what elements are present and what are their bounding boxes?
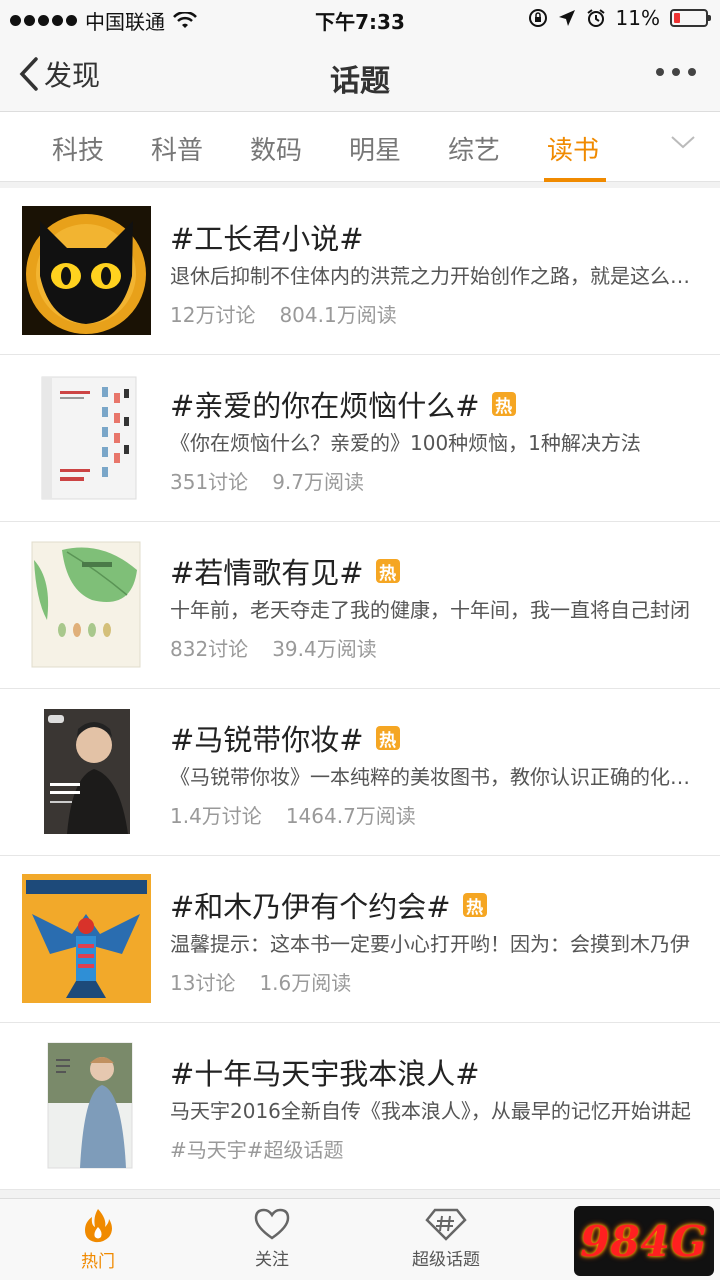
battery-icon xyxy=(670,9,711,27)
watermark-logo: 984G xyxy=(574,1206,714,1276)
tab-follow-label: 关注 xyxy=(255,1250,289,1270)
topic-title: #十年马天宇我本浪人# xyxy=(170,1051,480,1093)
topic-meta: 12万讨论 804.1万阅读 xyxy=(170,299,397,328)
book-cover-leaves xyxy=(22,540,151,669)
super-topic-link[interactable]: #马天宇#超级话题 xyxy=(170,1134,344,1163)
heart-icon xyxy=(254,1208,290,1240)
topic-row[interactable]: #工长君小说# 退休后抑制不住体内的洪荒之力开始创作之路，就是这么任性的工长君 … xyxy=(0,188,720,355)
discussion-count: 351讨论 xyxy=(170,470,249,494)
hot-badge: 热 xyxy=(491,392,516,417)
topic-title: #若情歌有见# 热 xyxy=(170,550,400,592)
bottom-tab-bar: 热门 关注 超级话题 984G xyxy=(0,1198,720,1280)
topic-title-text: #若情歌有见# xyxy=(170,556,364,590)
topic-list: #工长君小说# 退休后抑制不住体内的洪荒之力开始创作之路，就是这么任性的工长君 … xyxy=(0,188,720,1190)
tab-follow[interactable]: 关注 xyxy=(212,1207,332,1270)
topic-title: #和木乃伊有个约会# 热 xyxy=(170,884,487,926)
book-cover-portrait xyxy=(22,707,151,836)
topic-row[interactable]: #亲爱的你在烦恼什么# 热 《你在烦恼什么？亲爱的》100种烦恼，1种解决方法 … xyxy=(0,355,720,522)
topic-row[interactable]: #若情歌有见# 热 十年前，老天夺走了我的健康，十年间，我一直将自己封闭 832… xyxy=(0,522,720,689)
flame-icon xyxy=(85,1209,112,1243)
topic-meta: 1.4万讨论 1464.7万阅读 xyxy=(170,800,416,829)
hot-badge: 热 xyxy=(462,893,487,918)
topic-title: #工长君小说# xyxy=(170,216,364,258)
topic-row[interactable]: #和木乃伊有个约会# 热 温馨提示：这本书一定要小心打开哟！因为：会摸到木乃伊 … xyxy=(0,856,720,1023)
read-count: 9.7万阅读 xyxy=(272,470,364,494)
tab-super-topic-label: 超级话题 xyxy=(412,1250,480,1270)
topic-row[interactable]: #马锐带你妆# 热 《马锐带你妆》一本纯粹的美妆图书，教你认识正确的化妆方法 1… xyxy=(0,689,720,856)
topic-title-text: #和木乃伊有个约会# xyxy=(170,890,451,924)
status-right: 11% xyxy=(528,6,711,30)
topic-title-text: #十年马天宇我本浪人# xyxy=(170,1057,480,1091)
tab-tech[interactable]: 科技 xyxy=(52,130,104,167)
diamond-hash-icon xyxy=(425,1208,467,1241)
tab-science[interactable]: 科普 xyxy=(151,130,203,167)
battery-percent: 11% xyxy=(615,6,660,30)
tab-reading[interactable]: 读书 xyxy=(547,130,599,167)
topic-meta: 832讨论 39.4万阅读 xyxy=(170,633,377,662)
tab-stars[interactable]: 明星 xyxy=(349,130,401,167)
status-bar: 中国联通 下午7:33 11% xyxy=(0,0,720,36)
topic-description: 《你在烦恼什么？亲爱的》100种烦恼，1种解决方法 xyxy=(170,431,641,455)
tab-hot-label: 热门 xyxy=(81,1252,115,1272)
more-button[interactable] xyxy=(656,68,696,76)
topic-title: #马锐带你妆# 热 xyxy=(170,717,400,759)
location-icon xyxy=(558,10,575,26)
hot-badge: 热 xyxy=(375,559,400,584)
topic-description: 十年前，老天夺走了我的健康，十年间，我一直将自己封闭 xyxy=(170,598,690,622)
topic-title-text: #马锐带你妆# xyxy=(170,723,364,757)
topic-title-text: #亲爱的你在烦恼什么# xyxy=(170,389,480,423)
active-tab-indicator xyxy=(544,178,606,182)
topic-description: 马天宇2016全新自传《我本浪人》，从最早的记忆开始讲起 xyxy=(170,1099,691,1123)
discussion-count: 12万讨论 xyxy=(170,303,256,327)
alarm-icon xyxy=(586,9,605,27)
read-count: 1464.7万阅读 xyxy=(285,804,416,828)
read-count: 804.1万阅读 xyxy=(279,303,397,327)
page-title: 话题 xyxy=(330,64,390,99)
topic-row[interactable]: #十年马天宇我本浪人# 马天宇2016全新自传《我本浪人》，从最早的记忆开始讲起… xyxy=(0,1023,720,1190)
more-dot xyxy=(688,68,696,76)
topic-description: 《马锐带你妆》一本纯粹的美妆图书，教你认识正确的化妆方法 xyxy=(170,765,695,789)
discussion-count: 13讨论 xyxy=(170,971,236,995)
topic-meta: 13讨论 1.6万阅读 xyxy=(170,967,351,996)
book-cover-figures xyxy=(22,373,151,502)
tab-super-topic[interactable]: 超级话题 xyxy=(386,1207,506,1270)
more-dot xyxy=(672,68,680,76)
topic-title: #亲爱的你在烦恼什么# 热 xyxy=(170,383,516,425)
cat-eyes-icon xyxy=(22,206,151,335)
read-count: 1.6万阅读 xyxy=(259,971,352,995)
topic-title-text: #工长君小说# xyxy=(170,222,364,256)
topic-description: 退休后抑制不住体内的洪荒之力开始创作之路，就是这么任性的工长君 xyxy=(170,264,695,288)
chevron-down-icon[interactable] xyxy=(670,134,696,150)
read-count: 39.4万阅读 xyxy=(272,637,377,661)
tab-digital[interactable]: 数码 xyxy=(250,130,302,167)
more-dot xyxy=(656,68,664,76)
topic-meta: #马天宇#超级话题 xyxy=(170,1134,344,1163)
discussion-count: 832讨论 xyxy=(170,637,249,661)
navigation-bar: 发现 话题 xyxy=(0,36,720,112)
rotation-lock-icon xyxy=(528,9,547,27)
tab-variety[interactable]: 综艺 xyxy=(448,130,500,167)
book-cover-person xyxy=(22,1041,151,1170)
discussion-count: 1.4万讨论 xyxy=(170,804,262,828)
book-cover-mummy xyxy=(22,874,151,1003)
tab-hot[interactable]: 热门 xyxy=(38,1207,158,1272)
watermark-text: 984G xyxy=(580,1216,708,1266)
category-tabs: 科技 科普 数码 明星 综艺 读书 xyxy=(0,112,720,182)
topic-meta: 351讨论 9.7万阅读 xyxy=(170,466,364,495)
topic-description: 温馨提示：这本书一定要小心打开哟！因为：会摸到木乃伊 xyxy=(170,932,690,956)
hot-badge: 热 xyxy=(375,726,400,751)
